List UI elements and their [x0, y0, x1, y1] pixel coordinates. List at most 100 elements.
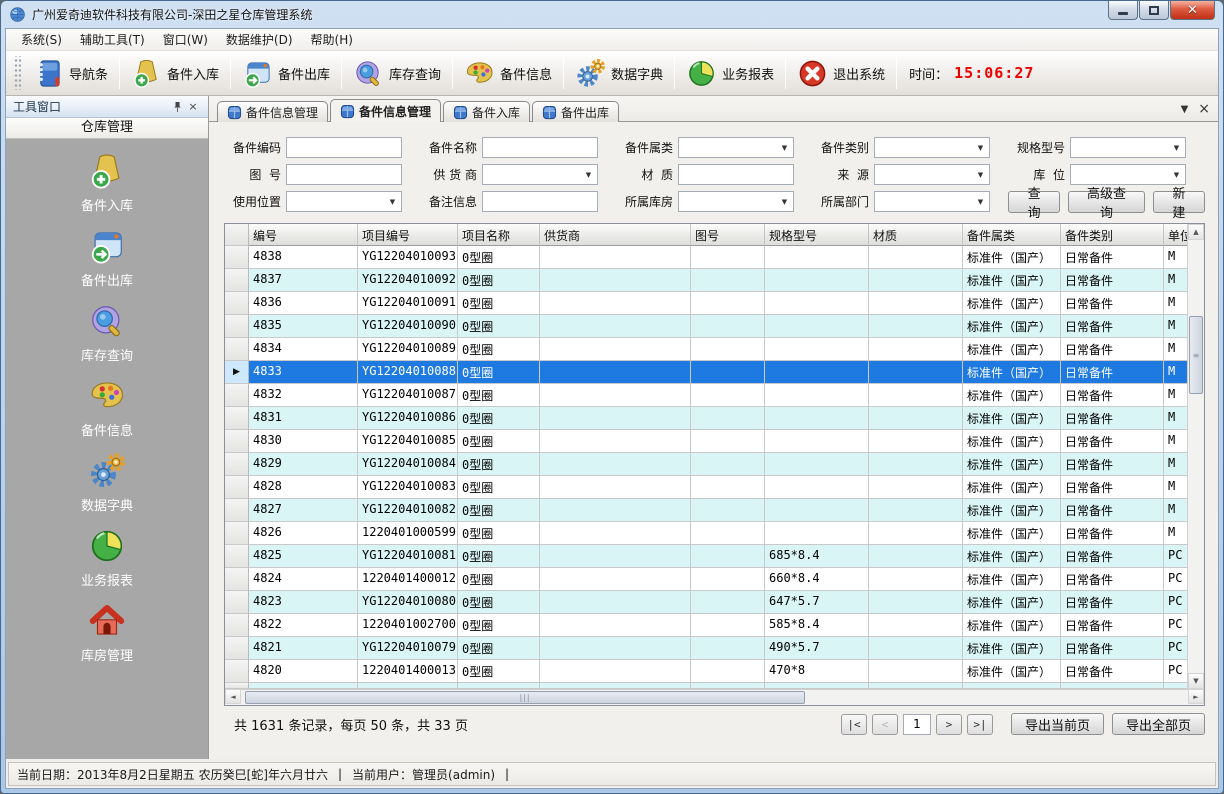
table-row[interactable]: 4823YG122040100800型圈647*5.7标准件（国产）日常备件PC — [225, 591, 1187, 614]
table-row[interactable]: 4821YG122040100790型圈490*5.7标准件（国产）日常备件PC — [225, 637, 1187, 660]
close-button[interactable]: ✕ — [1170, 1, 1215, 20]
next-page-button[interactable]: > — [936, 714, 962, 735]
select-2-2[interactable]: ▼ — [678, 191, 794, 212]
dock-group-header[interactable]: 仓库管理 — [6, 118, 208, 139]
toolbar-button-5[interactable]: 数据字典 — [566, 54, 672, 93]
select-1-4[interactable]: ▼ — [1070, 164, 1186, 185]
input-1-0[interactable] — [286, 164, 402, 185]
toolbar-button-1[interactable]: 备件入库 — [122, 54, 228, 93]
maximize-button[interactable] — [1139, 1, 1169, 20]
tab-3[interactable]: 备件出库 — [532, 101, 619, 122]
table-row[interactable]: 4838YG122040100930型圈标准件（国产）日常备件M — [225, 246, 1187, 269]
vertical-scrollbar[interactable]: ▲ ≡ ▼ — [1187, 224, 1204, 689]
select-0-4[interactable]: ▼ — [1070, 137, 1186, 158]
menu-item-2[interactable]: 窗口(W) — [154, 28, 217, 51]
input-0-0[interactable] — [286, 137, 402, 158]
scroll-left-icon[interactable]: ◄ — [225, 689, 241, 704]
advanced-query-button[interactable]: 高级查询 — [1068, 191, 1145, 213]
toolbar-button-2[interactable]: 备件出库 — [233, 54, 339, 93]
page-number-input[interactable] — [903, 714, 931, 735]
new-button[interactable]: 新建 — [1153, 191, 1205, 213]
table-cell — [869, 614, 963, 637]
select-1-1[interactable]: ▼ — [482, 164, 598, 185]
table-row[interactable]: 482612204010005990型圈标准件（国产）日常备件M — [225, 522, 1187, 545]
tab-0[interactable]: 备件信息管理 — [217, 101, 328, 122]
column-header-2[interactable]: 项目名称 — [458, 224, 540, 246]
menu-item-0[interactable]: 系统(S) — [12, 28, 71, 51]
dock-item-4[interactable]: 数据字典 — [6, 452, 208, 514]
column-header-0[interactable]: 编号 — [249, 224, 358, 246]
column-header-4[interactable]: 图号 — [691, 224, 765, 246]
select-0-3[interactable]: ▼ — [874, 137, 990, 158]
table-cell: YG12204010082 — [358, 499, 458, 522]
tab-close-icon[interactable]: × — [1198, 103, 1210, 117]
input-0-1[interactable] — [482, 137, 598, 158]
table-row[interactable]: 4832YG122040100870型圈标准件（国产）日常备件M — [225, 384, 1187, 407]
toolbar-button-3[interactable]: 库存查询 — [344, 54, 450, 93]
toolbar-button-7[interactable]: 退出系统 — [788, 54, 894, 93]
toolbar-button-6[interactable]: 业务报表 — [677, 54, 783, 93]
toolbar-button-4[interactable]: 备件信息 — [455, 54, 561, 93]
menu-item-3[interactable]: 数据维护(D) — [217, 28, 302, 51]
select-2-3[interactable]: ▼ — [874, 191, 990, 212]
table-cell — [540, 637, 691, 660]
dock-item-5[interactable]: 业务报表 — [6, 527, 208, 589]
column-header-8[interactable]: 备件类别 — [1061, 224, 1164, 246]
table-row[interactable]: 4834YG122040100890型圈标准件（国产）日常备件M — [225, 338, 1187, 361]
input-2-1[interactable] — [482, 191, 598, 212]
select-1-3[interactable]: ▼ — [874, 164, 990, 185]
dock-item-1[interactable]: 备件出库 — [6, 227, 208, 289]
menu-item-4[interactable]: 帮助(H) — [302, 28, 362, 51]
dock-item-6[interactable]: 库房管理 — [6, 602, 208, 664]
table-row[interactable]: 4825YG122040100810型圈685*8.4标准件（国产）日常备件PC — [225, 545, 1187, 568]
column-header-6[interactable]: 材质 — [869, 224, 963, 246]
menu-item-1[interactable]: 辅助工具(T) — [71, 28, 154, 51]
table-row[interactable]: 482412204014000120型圈660*8.4标准件（国产）日常备件PC — [225, 568, 1187, 591]
toolbar-button-0[interactable]: 导航条 — [24, 54, 117, 93]
column-header-3[interactable]: 供货商 — [540, 224, 691, 246]
export-current-page-button[interactable]: 导出当前页 — [1011, 713, 1104, 735]
table-row[interactable]: ▶4833YG122040100880型圈标准件（国产）日常备件M — [225, 361, 1187, 384]
table-row[interactable]: 482012204014000130型圈470*8标准件（国产）日常备件PC — [225, 660, 1187, 683]
column-header-5[interactable]: 规格型号 — [765, 224, 869, 246]
dock-item-2[interactable]: 库存查询 — [6, 302, 208, 364]
query-button[interactable]: 查询 — [1008, 191, 1060, 213]
table-row[interactable]: 482212204010027000型圈585*8.4标准件（国产）日常备件PC — [225, 614, 1187, 637]
chevron-down-icon[interactable]: ▼ — [1181, 103, 1189, 117]
table-row[interactable]: 4831YG122040100860型圈标准件（国产）日常备件M — [225, 407, 1187, 430]
scroll-up-icon[interactable]: ▲ — [1188, 224, 1204, 240]
toolbar-grip[interactable] — [13, 56, 21, 90]
table-row[interactable]: 4835YG122040100900型圈标准件（国产）日常备件M — [225, 315, 1187, 338]
pin-icon[interactable] — [169, 99, 185, 115]
column-header-7[interactable]: 备件属类 — [963, 224, 1061, 246]
dock-item-label: 备件信息 — [6, 420, 208, 439]
table-row[interactable]: 4837YG122040100920型圈标准件（国产）日常备件M — [225, 269, 1187, 292]
table-row[interactable]: 4828YG122040100830型圈标准件（国产）日常备件M — [225, 476, 1187, 499]
tab-1[interactable]: 备件信息管理 — [330, 99, 441, 122]
table-row[interactable]: 4827YG122040100820型圈标准件（国产）日常备件M — [225, 499, 1187, 522]
export-all-pages-button[interactable]: 导出全部页 — [1112, 713, 1205, 735]
scroll-down-icon[interactable]: ▼ — [1188, 673, 1204, 689]
dock-item-3[interactable]: 备件信息 — [6, 377, 208, 439]
tab-2[interactable]: 备件入库 — [443, 101, 530, 122]
select-2-0[interactable]: ▼ — [286, 191, 402, 212]
vertical-scroll-thumb[interactable]: ≡ — [1189, 316, 1203, 394]
horizontal-scrollbar[interactable]: ◄ ||| ► — [225, 689, 1204, 705]
scroll-right-icon[interactable]: ► — [1188, 689, 1204, 704]
column-header-9[interactable]: 单位 — [1164, 224, 1189, 246]
column-header-1[interactable]: 项目编号 — [358, 224, 458, 246]
input-1-2[interactable] — [678, 164, 794, 185]
table-row[interactable]: 4836YG122040100910型圈标准件（国产）日常备件M — [225, 292, 1187, 315]
minimize-button[interactable] — [1108, 1, 1138, 20]
table-row[interactable]: 4830YG122040100850型圈标准件（国产）日常备件M — [225, 430, 1187, 453]
exit-icon — [797, 58, 828, 89]
dock-close-icon[interactable]: × — [185, 99, 201, 115]
table-row[interactable]: 4829YG122040100840型圈标准件（国产）日常备件M — [225, 453, 1187, 476]
table-cell — [765, 522, 869, 545]
prev-page-button[interactable]: < — [872, 714, 898, 735]
select-0-2[interactable]: ▼ — [678, 137, 794, 158]
first-page-button[interactable]: |< — [841, 714, 867, 735]
horizontal-scroll-thumb[interactable]: ||| — [245, 691, 805, 704]
last-page-button[interactable]: >| — [967, 714, 993, 735]
dock-item-0[interactable]: 备件入库 — [6, 152, 208, 214]
